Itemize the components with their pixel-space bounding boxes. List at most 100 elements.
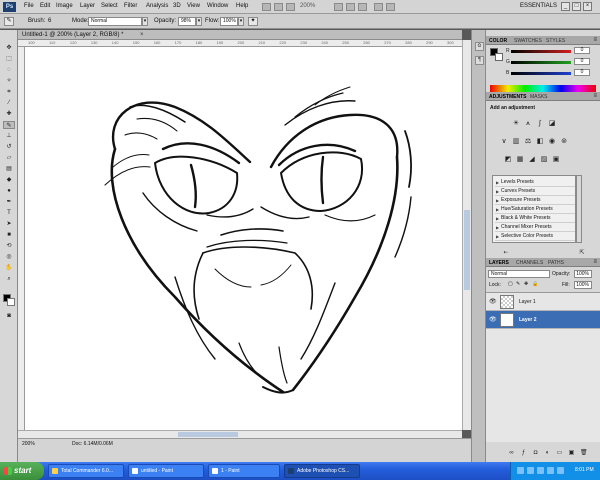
close-button[interactable]: × xyxy=(583,2,592,11)
tab-adjustments[interactable]: ADJUSTMENTS xyxy=(489,94,527,100)
preset-item[interactable]: ▶ Exposure Presets xyxy=(495,196,575,205)
horizontal-scrollbar[interactable] xyxy=(18,430,462,438)
security-icon[interactable] xyxy=(537,467,544,474)
hand-tool-icon[interactable] xyxy=(334,3,343,11)
menu-image[interactable]: Image xyxy=(56,3,73,9)
status-doc-size[interactable]: Doc: 6.14M/0.06M xyxy=(72,441,113,447)
marquee-tool-icon[interactable]: ⬚ xyxy=(3,55,15,63)
opacity-chevron-down-icon[interactable]: ▾ xyxy=(196,17,202,26)
screen-mode-icon[interactable] xyxy=(386,3,395,11)
expand-view-icon[interactable]: ⇱ xyxy=(578,249,586,257)
3d-orbit-tool-icon[interactable]: ◎ xyxy=(3,253,15,261)
quick-mask-icon[interactable]: ◙ xyxy=(3,312,15,320)
eraser-tool-icon[interactable]: ▱ xyxy=(3,154,15,162)
menu-filter[interactable]: Filter xyxy=(124,3,137,9)
document-canvas[interactable] xyxy=(25,47,462,430)
tab-swatches[interactable]: SWATCHES xyxy=(514,38,542,44)
layer-name[interactable]: Layer 1 xyxy=(519,299,536,305)
levels-icon[interactable]: ⩚ xyxy=(524,120,532,128)
airbrush-icon[interactable]: ✦ xyxy=(248,17,258,26)
brush-size[interactable]: 6 xyxy=(48,18,51,24)
move-tool-icon[interactable]: ✥ xyxy=(3,44,15,52)
preset-item[interactable]: ▶ Hue/Saturation Presets xyxy=(495,205,575,214)
menu-edit[interactable]: Edit xyxy=(40,3,50,9)
photo-filter-icon[interactable]: ◉ xyxy=(548,138,556,146)
path-selection-tool-icon[interactable]: ➤ xyxy=(3,220,15,228)
status-zoom-field[interactable]: 200% xyxy=(22,441,35,447)
vibrance-icon[interactable]: ∨ xyxy=(500,138,508,146)
visibility-eye-icon[interactable]: 👁 xyxy=(489,298,497,305)
volume-icon[interactable] xyxy=(527,467,534,474)
zoom-tool-icon[interactable]: ⌕ xyxy=(3,275,15,283)
lock-transparency-icon[interactable]: ▢ xyxy=(508,281,513,287)
taskbar-button-photoshop[interactable]: Adobe Photoshop CS... xyxy=(284,464,360,478)
minimize-button[interactable]: _ xyxy=(561,2,570,11)
curves-icon[interactable]: ∫ xyxy=(536,120,544,128)
paragraph-panel-icon[interactable]: ¶ xyxy=(475,56,484,65)
new-layer-icon[interactable]: ▣ xyxy=(568,450,575,457)
taskbar-button-total-commander[interactable]: Total Commander 6.0... xyxy=(48,464,124,478)
preset-item[interactable]: ▶ Curves Presets xyxy=(495,187,575,196)
lock-position-icon[interactable]: ✥ xyxy=(524,281,528,287)
dodge-tool-icon[interactable]: ● xyxy=(3,187,15,195)
clock[interactable]: 8:01 PM xyxy=(575,467,594,473)
start-button[interactable]: start xyxy=(0,462,44,480)
tab-channels[interactable]: CHANNELS xyxy=(516,260,543,266)
menu-window[interactable]: Window xyxy=(207,3,228,9)
arrange-documents-icon[interactable] xyxy=(374,3,383,11)
return-to-list-icon[interactable]: ⇠ xyxy=(502,249,510,257)
view-extras-icon[interactable] xyxy=(286,3,295,11)
layers-opacity-field[interactable]: 100% xyxy=(574,270,592,278)
layers-panel-menu-icon[interactable]: ≡ xyxy=(593,259,597,265)
vertical-scrollbar[interactable] xyxy=(462,40,471,430)
blend-mode-select[interactable]: Normal xyxy=(488,270,550,278)
link-layers-icon[interactable]: ∞ xyxy=(508,450,515,457)
posterize-icon[interactable]: ▦ xyxy=(516,156,524,164)
blue-value-field[interactable]: 0 xyxy=(574,69,590,76)
hand-tool-icon[interactable]: ✋ xyxy=(3,264,15,272)
flow-field[interactable]: 100% xyxy=(220,17,238,26)
blue-slider[interactable] xyxy=(511,72,571,75)
history-brush-tool-icon[interactable]: ↺ xyxy=(3,143,15,151)
lasso-tool-icon[interactable]: ◌ xyxy=(3,66,15,74)
tab-layers[interactable]: LAYERS xyxy=(489,260,509,266)
crop-tool-icon[interactable]: ⌗ xyxy=(3,88,15,96)
gradient-map-icon[interactable]: ▨ xyxy=(540,156,548,164)
network-icon[interactable] xyxy=(517,467,524,474)
menu-view[interactable]: View xyxy=(187,3,200,9)
background-color-swatch[interactable] xyxy=(7,298,15,306)
channel-mixer-icon[interactable]: ⊚ xyxy=(560,138,568,146)
tab-paths[interactable]: PATHS xyxy=(548,260,564,266)
menu-layer[interactable]: Layer xyxy=(80,3,95,9)
document-tab[interactable]: Untitled-1 @ 200% (Layer 2, RGB/8) * × xyxy=(18,30,462,40)
tab-masks[interactable]: MASKS xyxy=(530,94,548,100)
clone-stamp-tool-icon[interactable]: ⊥ xyxy=(3,132,15,140)
color-panel-menu-icon[interactable]: ≡ xyxy=(593,37,597,43)
taskbar-button-untitled-paint[interactable]: untitled - Paint xyxy=(128,464,204,478)
menu-select[interactable]: Select xyxy=(101,3,118,9)
preset-item[interactable]: ▶ Channel Mixer Presets xyxy=(495,223,575,232)
preset-item[interactable]: ▶ Selective Color Presets xyxy=(495,232,575,241)
threshold-icon[interactable]: ◢ xyxy=(528,156,536,164)
eyedropper-tool-icon[interactable]: ⁄ xyxy=(3,99,15,107)
mode-chevron-down-icon[interactable]: ▾ xyxy=(142,17,148,26)
brush-preset-icon[interactable]: ✎ xyxy=(4,17,14,26)
red-value-field[interactable]: 0 xyxy=(574,47,590,54)
pen-tool-icon[interactable]: ✒ xyxy=(3,198,15,206)
layer-style-icon[interactable]: ƒ xyxy=(520,450,527,457)
adjustments-panel-menu-icon[interactable]: ≡ xyxy=(593,93,597,99)
layer-name[interactable]: Layer 2 xyxy=(519,317,537,323)
shape-tool-icon[interactable]: ■ xyxy=(3,231,15,239)
mode-select[interactable]: Normal xyxy=(88,17,142,26)
3d-rotate-tool-icon[interactable]: ⟲ xyxy=(3,242,15,250)
vertical-scroll-thumb[interactable] xyxy=(464,210,470,290)
visibility-eye-icon[interactable]: 👁 xyxy=(489,316,497,323)
lock-pixels-icon[interactable]: ✎ xyxy=(516,281,520,287)
red-slider[interactable] xyxy=(511,50,571,53)
menu-analysis[interactable]: Analysis xyxy=(146,3,168,9)
new-group-icon[interactable]: ▭ xyxy=(556,450,563,457)
blur-tool-icon[interactable]: ◆ xyxy=(3,176,15,184)
workspace-switcher[interactable]: ESSENTIALS xyxy=(520,3,557,9)
quick-select-tool-icon[interactable]: ✧ xyxy=(3,77,15,85)
flow-chevron-down-icon[interactable]: ▾ xyxy=(238,17,244,26)
